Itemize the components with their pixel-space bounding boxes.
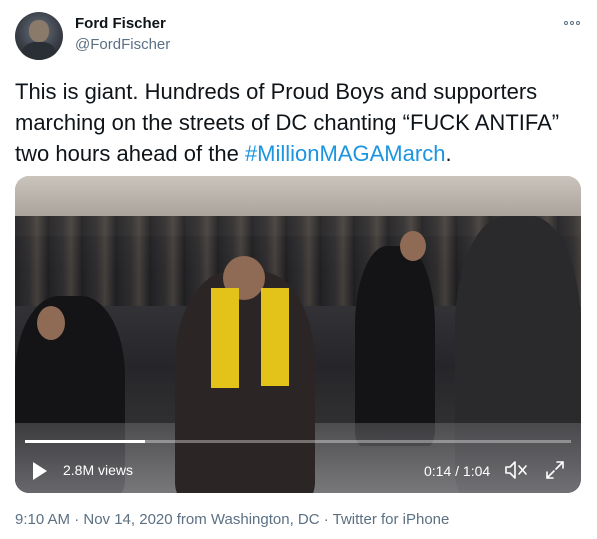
hashtag-link[interactable]: #MillionMAGAMarch (245, 141, 446, 166)
avatar-face (29, 20, 49, 42)
video-view-count: 2.8M views (63, 462, 134, 478)
author-handle[interactable]: @FordFischer (75, 36, 170, 53)
avatar-body (21, 42, 57, 60)
video-time: 0:14 / 1:04 (424, 463, 491, 479)
more-options-icon[interactable] (561, 14, 583, 32)
author-name[interactable]: Ford Fischer (75, 15, 166, 32)
video-scarf-right (261, 288, 289, 386)
tweet-text: This is giant. Hundreds of Proud Boys an… (15, 76, 580, 169)
mute-icon[interactable] (504, 459, 528, 481)
tweet-line-3: two hours ahead of the #MillionMAGAMarch… (15, 138, 580, 169)
video-player[interactable]: 2.8M views 0:14 / 1:04 (15, 176, 581, 493)
video-progress-fill (25, 440, 146, 443)
tweet-line-2: marching on the streets of DC chanting “… (15, 110, 560, 135)
video-scarf-left (211, 288, 239, 388)
video-person-center (175, 271, 315, 493)
fullscreen-icon[interactable] (544, 459, 566, 481)
tweet-line-3-suffix: . (445, 141, 452, 166)
tweet-line-1: This is giant. Hundreds of Proud Boys an… (15, 79, 538, 104)
avatar[interactable] (15, 12, 63, 60)
video-face-right (400, 231, 426, 261)
video-face-left (37, 306, 65, 340)
video-person-right (355, 246, 435, 446)
tweet-metadata[interactable]: 9:10 AM · Nov 14, 2020 from Washington, … (15, 511, 449, 528)
play-icon[interactable] (33, 462, 47, 480)
tweet-line-3-prefix: two hours ahead of the (15, 141, 245, 166)
video-progress-bar[interactable] (25, 440, 571, 443)
